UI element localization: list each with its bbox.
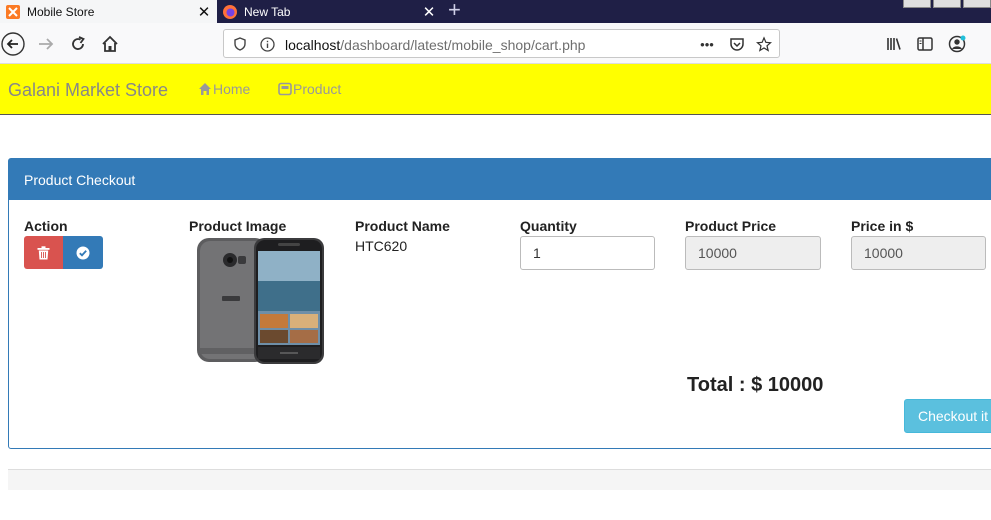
account-button[interactable] bbox=[945, 32, 969, 56]
checkout-panel: Product Checkout Action Product Image Pr… bbox=[8, 158, 991, 449]
window-close-button[interactable] bbox=[963, 0, 991, 8]
product-price-field bbox=[685, 236, 821, 270]
column-header-quantity: Quantity bbox=[520, 218, 577, 234]
site-navbar: Galani Market Store Home Product bbox=[0, 64, 991, 115]
restore-button[interactable] bbox=[933, 0, 961, 8]
column-header-price-usd: Price in $ bbox=[851, 218, 914, 234]
product-image bbox=[197, 238, 324, 364]
xampp-icon bbox=[6, 4, 20, 19]
brand-logo-text[interactable]: Galani Market Store bbox=[8, 80, 168, 101]
library-icon bbox=[887, 38, 901, 50]
library-button[interactable] bbox=[882, 32, 906, 56]
pocket-icon[interactable] bbox=[729, 36, 745, 52]
quantity-input[interactable] bbox=[520, 236, 655, 270]
panel-title: Product Checkout bbox=[9, 159, 991, 200]
url-host: localhost bbox=[285, 37, 341, 53]
back-button[interactable] bbox=[1, 32, 25, 56]
page-footer bbox=[8, 469, 991, 490]
tab-mobile-store[interactable]: Mobile Store ✕ bbox=[0, 0, 217, 23]
column-header-action: Action bbox=[24, 218, 68, 234]
close-icon[interactable]: ✕ bbox=[420, 3, 438, 21]
address-bar[interactable]: localhost/dashboard/latest/mobile_shop/c… bbox=[223, 29, 780, 58]
delete-button[interactable] bbox=[24, 236, 63, 269]
sidebar-button[interactable] bbox=[913, 32, 937, 56]
back-arrow-icon bbox=[1, 32, 25, 56]
forward-button[interactable] bbox=[34, 32, 58, 56]
new-tab-icon[interactable]: + bbox=[448, 0, 461, 23]
check-circle-icon bbox=[76, 246, 90, 259]
nav-link-product[interactable]: Product bbox=[278, 81, 341, 97]
info-icon[interactable] bbox=[259, 36, 275, 52]
tab-title: New Tab bbox=[244, 4, 291, 19]
reload-icon bbox=[72, 36, 85, 50]
action-button-group bbox=[24, 236, 103, 269]
column-header-name: Product Name bbox=[355, 218, 450, 234]
home-icon bbox=[102, 35, 118, 52]
update-button[interactable] bbox=[63, 236, 103, 269]
nav-link-home[interactable]: Home bbox=[198, 81, 250, 97]
page-actions-menu-icon[interactable]: ••• bbox=[699, 36, 715, 52]
sidebar-icon bbox=[917, 37, 933, 51]
url-text: localhost/dashboard/latest/mobile_shop/c… bbox=[285, 37, 585, 53]
browser-toolbar: localhost/dashboard/latest/mobile_shop/c… bbox=[0, 23, 991, 64]
cart-total: Total : $ 10000 bbox=[687, 374, 824, 396]
browser-tab-bar: Mobile Store ✕ New Tab ✕ + bbox=[0, 0, 991, 23]
column-header-price: Product Price bbox=[685, 218, 777, 234]
nav-link-label: Home bbox=[213, 81, 251, 97]
forward-arrow-icon bbox=[39, 38, 54, 50]
url-path: /dashboard/latest/mobile_shop/cart.php bbox=[340, 37, 586, 53]
close-icon[interactable]: ✕ bbox=[195, 3, 213, 21]
trash-icon bbox=[37, 245, 50, 259]
tab-title: Mobile Store bbox=[27, 4, 95, 19]
product-name: HTC620 bbox=[355, 238, 408, 254]
minimize-button[interactable] bbox=[903, 0, 931, 8]
home-icon bbox=[199, 83, 211, 95]
checkout-button[interactable]: Checkout it bbox=[904, 399, 991, 433]
nav-link-label: Product bbox=[293, 81, 342, 97]
reload-button[interactable] bbox=[66, 32, 90, 56]
firefox-icon bbox=[223, 4, 237, 19]
window-controls bbox=[901, 0, 991, 8]
home-button[interactable] bbox=[98, 32, 122, 56]
column-header-image: Product Image bbox=[189, 218, 287, 234]
bookmark-star-icon[interactable] bbox=[756, 35, 772, 52]
tab-new-tab[interactable]: New Tab ✕ bbox=[217, 0, 442, 23]
price-usd-field bbox=[851, 236, 986, 270]
account-icon bbox=[948, 35, 966, 53]
shield-icon[interactable] bbox=[232, 36, 248, 52]
product-icon bbox=[278, 82, 292, 96]
